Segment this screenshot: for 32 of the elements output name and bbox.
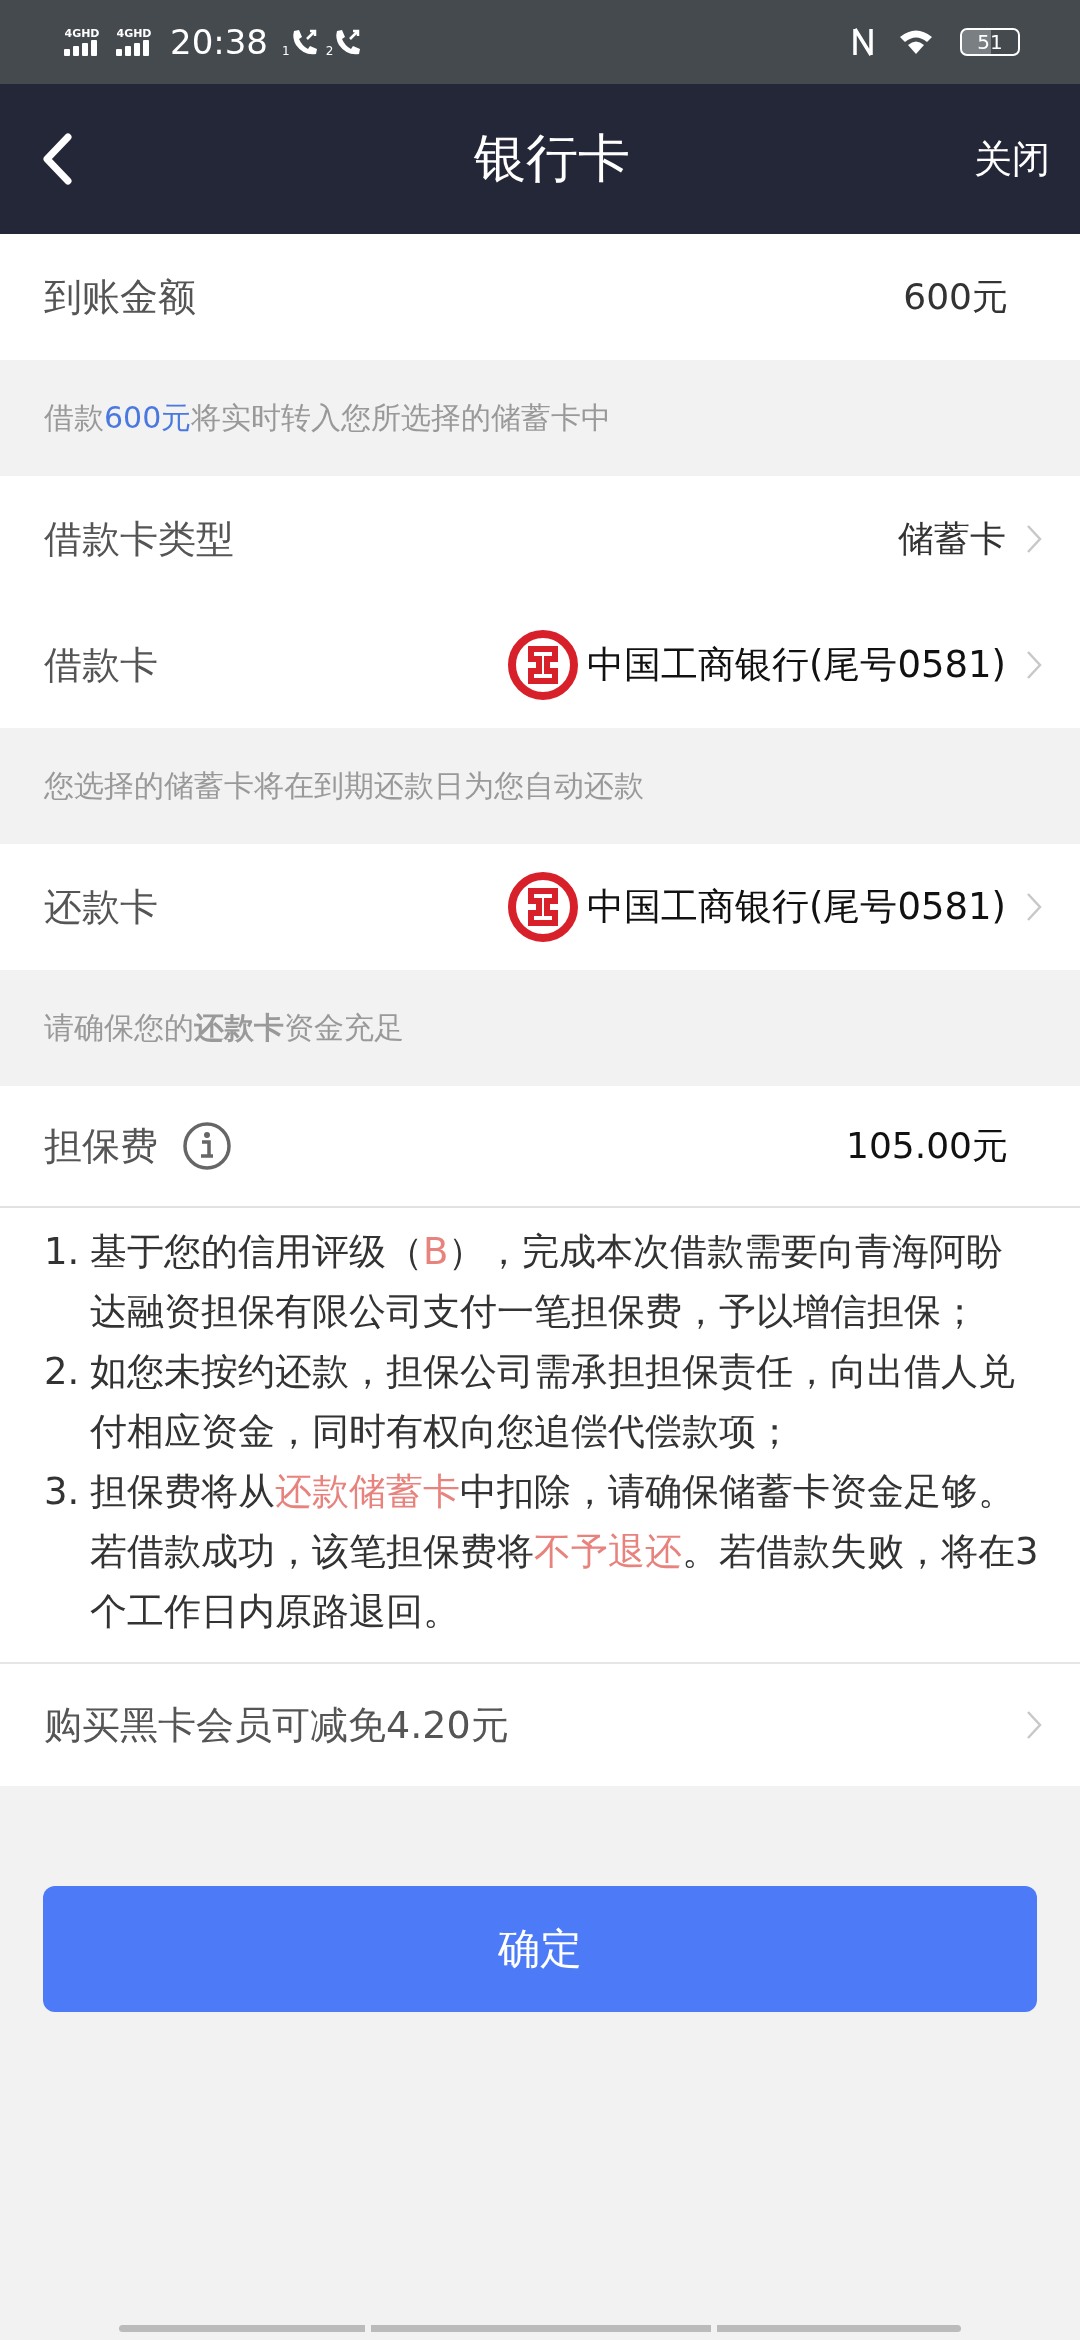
list-item[interactable]: 购买黑卡会员可减免4.20元 [0, 1664, 1080, 1786]
chevron-right-icon [1026, 1710, 1042, 1740]
clock: 20:38 [170, 22, 268, 62]
funds-hint: 请确保您的还款卡资金充足 [44, 1008, 404, 1047]
confirm-button[interactable]: 确定 [43, 1886, 1037, 2012]
fee-value: 105.00元 [846, 1123, 1008, 1168]
amount-value: 600元 [903, 274, 1008, 319]
chevron-right-icon [1026, 650, 1042, 680]
chevron-right-icon [1026, 892, 1042, 922]
row-label: 到账金额 [44, 273, 196, 321]
autopay-hint: 您选择的储蓄卡将在到期还款日为您自动还款 [44, 766, 644, 805]
gesture-bar[interactable] [119, 2325, 365, 2332]
gesture-bar[interactable] [717, 2325, 961, 2332]
note-text: 基于您的信用评级（B），完成本次借款需要向青海阿盼达融资担保有限公司支付一笔担保费，予以增信担保； [90, 1229, 1005, 1335]
list-item[interactable]: 借款卡 中国工商银行(尾号0581) [0, 602, 1080, 728]
list-number: 2. [44, 1349, 81, 1395]
note-text: 如您未按约还款，担保公司需承担担保责任，向出借人兑付相应资金，同时有权向您追偿代偿款项； [90, 1349, 1016, 1455]
info-icon[interactable] [182, 1121, 232, 1171]
transfer-hint: 借款600元将实时转入您所选择的储蓄卡中 [44, 398, 612, 437]
battery-icon: 51 [960, 28, 1020, 56]
back-icon [42, 133, 72, 185]
list-number: 1. [44, 1229, 81, 1275]
list-item[interactable]: 还款卡 中国工商银行(尾号0581) [0, 844, 1080, 970]
nfc-icon [852, 26, 874, 58]
close-button[interactable]: 关闭 [974, 125, 1050, 193]
list-item[interactable]: 借款卡类型 储蓄卡 [0, 476, 1080, 602]
page-title: 银行卡 [474, 127, 630, 190]
list-number: 3. [44, 1469, 81, 1515]
note-text: 担保费将从还款储蓄卡中扣除，请确保储蓄卡资金足够。若借款成功，该笔担保费将不予退还。若借款失败，将在3个工作日内原路退回。 [90, 1469, 1040, 1635]
gesture-bar[interactable] [371, 2325, 711, 2332]
row-label: 担保费 [44, 1122, 158, 1170]
chevron-right-icon [1026, 524, 1042, 554]
